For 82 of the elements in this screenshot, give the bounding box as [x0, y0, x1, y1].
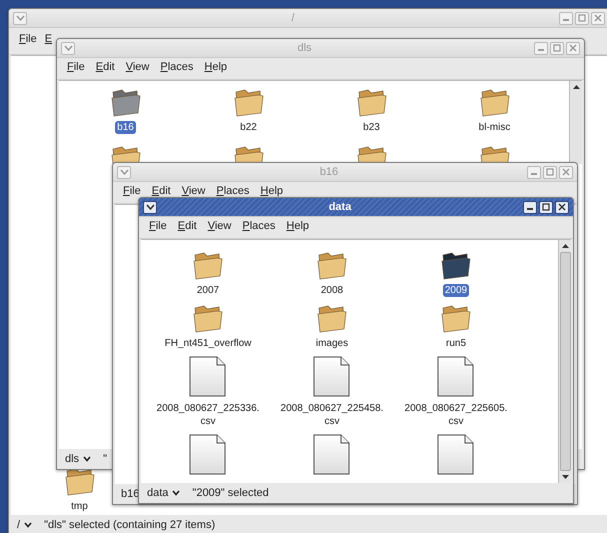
- menu-item[interactable]: View: [126, 61, 150, 75]
- down-arrow-icon[interactable]: [560, 474, 570, 480]
- menu-item[interactable]: File: [123, 185, 141, 199]
- folder-icon[interactable]: [478, 87, 510, 117]
- chevron-icon: [146, 204, 154, 210]
- document-icon[interactable]: [437, 356, 475, 398]
- menu-item[interactable]: File: [67, 61, 85, 75]
- up-arrow-icon[interactable]: [560, 243, 570, 249]
- maximize-icon: [541, 202, 551, 212]
- file-name[interactable]: tmp: [69, 500, 90, 513]
- maximize-button[interactable]: [539, 200, 553, 214]
- close-icon: [557, 202, 567, 212]
- document-icon[interactable]: [189, 356, 227, 398]
- file-name[interactable]: bl-misc: [476, 121, 512, 134]
- menu-item[interactable]: Help: [286, 220, 310, 234]
- menu-item[interactable]: Places: [216, 185, 250, 199]
- file-name[interactable]: images: [314, 337, 350, 350]
- window-menu-button[interactable]: [143, 200, 157, 214]
- chevron-icon: [64, 45, 72, 51]
- window-title: b16: [318, 166, 340, 178]
- folder-icon[interactable]: [440, 250, 472, 280]
- file-name[interactable]: 2008: [318, 284, 346, 297]
- document-icon[interactable]: [189, 434, 227, 476]
- caret-icon: [83, 456, 92, 462]
- file-name[interactable]: b22: [238, 121, 259, 134]
- menu-item[interactable]: Places: [242, 220, 276, 234]
- file-name[interactable]: b23: [361, 121, 382, 134]
- chevron-icon: [16, 15, 24, 21]
- location-dropdown[interactable]: dls: [65, 453, 92, 465]
- menu-item[interactable]: Edit: [178, 220, 197, 234]
- menu-item[interactable]: Help: [260, 185, 284, 199]
- menu-item[interactable]: Edit: [152, 185, 171, 199]
- folder-icon[interactable]: [192, 303, 224, 333]
- document-icon[interactable]: [313, 434, 351, 476]
- folder-icon[interactable]: [316, 303, 348, 333]
- maximize-icon: [577, 13, 587, 23]
- file-name[interactable]: FH_nt451_overflow: [162, 337, 254, 350]
- file-name[interactable]: 2008_080627_225336. csv: [154, 402, 262, 428]
- folder-icon[interactable]: [440, 303, 472, 333]
- file-name[interactable]: run5: [444, 337, 468, 350]
- file-name[interactable]: 2007: [194, 284, 222, 297]
- close-button[interactable]: [555, 200, 569, 214]
- maximize-icon: [545, 167, 555, 177]
- location-dropdown[interactable]: /: [17, 519, 32, 531]
- document-icon[interactable]: [437, 434, 475, 476]
- location-dropdown[interactable]: data: [147, 487, 180, 499]
- window-title: dls: [296, 42, 313, 54]
- menu-item[interactable]: Help: [204, 61, 228, 75]
- menu-item[interactable]: View: [182, 185, 206, 199]
- file-name[interactable]: b16: [115, 121, 136, 134]
- maximize-icon: [552, 43, 562, 53]
- menu-item[interactable]: Edit: [96, 61, 115, 75]
- window-title: data: [328, 201, 352, 213]
- file-name[interactable]: 2009: [442, 284, 470, 297]
- folder-icon[interactable]: [232, 87, 264, 117]
- folder-icon[interactable]: [316, 250, 348, 280]
- caret-icon: [172, 490, 180, 496]
- folder-icon[interactable]: [192, 250, 224, 280]
- close-icon: [561, 167, 571, 177]
- status-text: ": [103, 453, 107, 465]
- menu-item[interactable]: View: [208, 220, 232, 234]
- status-text: "dls" selected (containing 27 items): [44, 519, 216, 531]
- minimize-button[interactable]: [523, 200, 537, 214]
- folder-icon[interactable]: [356, 87, 388, 117]
- up-arrow-icon[interactable]: [572, 84, 580, 90]
- close-icon: [593, 13, 603, 23]
- file-name[interactable]: 2008_080627_225458. csv: [278, 402, 386, 428]
- caret-icon: [24, 522, 32, 528]
- menu-item[interactable]: E: [44, 33, 52, 47]
- menu-item[interactable]: File: [149, 220, 167, 234]
- scrollbar[interactable]: [558, 240, 571, 483]
- document-icon[interactable]: [313, 356, 351, 398]
- scrollbar[interactable]: [569, 81, 582, 164]
- close-icon: [568, 43, 578, 53]
- menu-item[interactable]: Places: [160, 61, 194, 75]
- scroll-thumb[interactable]: [560, 252, 570, 471]
- status-text: "2009" selected: [192, 487, 269, 499]
- file-name[interactable]: 2008_080627_225605. csv: [402, 402, 510, 428]
- menu-item[interactable]: File: [19, 33, 37, 47]
- window-title: /: [290, 12, 296, 24]
- chevron-icon: [120, 169, 128, 175]
- folder-icon[interactable]: [110, 87, 142, 117]
